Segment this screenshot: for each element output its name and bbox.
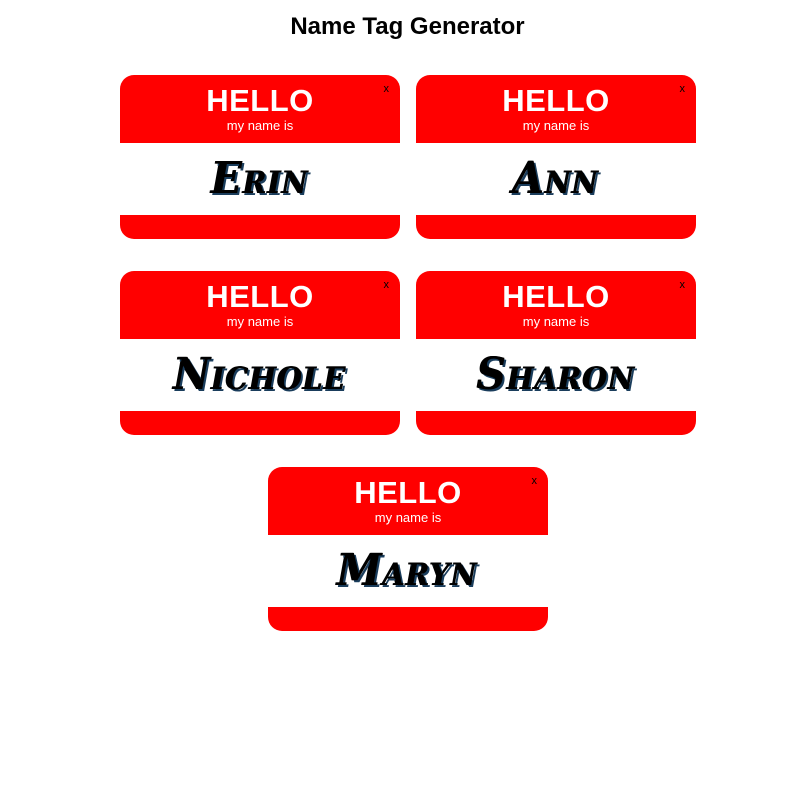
tag-header: HELLO my name is x [268,467,548,535]
tag-name: Ann [512,153,600,204]
tag-header: HELLO my name is x [416,75,696,143]
remove-tag-button[interactable]: x [680,83,686,95]
remove-tag-button[interactable]: x [384,279,390,291]
tag-hello-text: HELLO [354,475,462,510]
remove-tag-button[interactable]: x [384,83,390,95]
tag-hello-text: HELLO [502,279,610,314]
tag-name-area: Sharon [416,339,696,411]
tag-name: Sharon [476,349,636,400]
tag-name: Erin [211,153,309,204]
tag-hello-text: HELLO [502,83,610,118]
tag-header: HELLO my name is x [120,75,400,143]
name-tag: HELLO my name is x Ann [416,75,696,239]
tag-hello-text: HELLO [206,83,314,118]
page-title: Name Tag Generator [290,13,525,40]
tag-subtitle: my name is [374,510,442,525]
tag-name-area: Ann [416,143,696,215]
tag-hello-text: HELLO [206,279,314,314]
remove-tag-button[interactable]: x [680,279,686,291]
remove-tag-button[interactable]: x [532,475,538,487]
tag-subtitle: my name is [226,118,294,133]
name-tag: HELLO my name is x Sharon [416,271,696,435]
tag-name-area: Erin [120,143,400,215]
tag-subtitle: my name is [522,314,590,329]
tag-header: HELLO my name is x [120,271,400,339]
tag-subtitle: my name is [522,118,590,133]
tag-name: Maryn [337,545,479,596]
name-tag: HELLO my name is x Nichole [120,271,400,435]
tag-subtitle: my name is [226,314,294,329]
tag-header: HELLO my name is x [416,271,696,339]
name-tag: HELLO my name is x Erin [120,75,400,239]
name-tag: HELLO my name is x Maryn [268,467,548,631]
tag-name-area: Nichole [120,339,400,411]
tag-name-area: Maryn [268,535,548,607]
tag-name: Nichole [173,349,347,400]
